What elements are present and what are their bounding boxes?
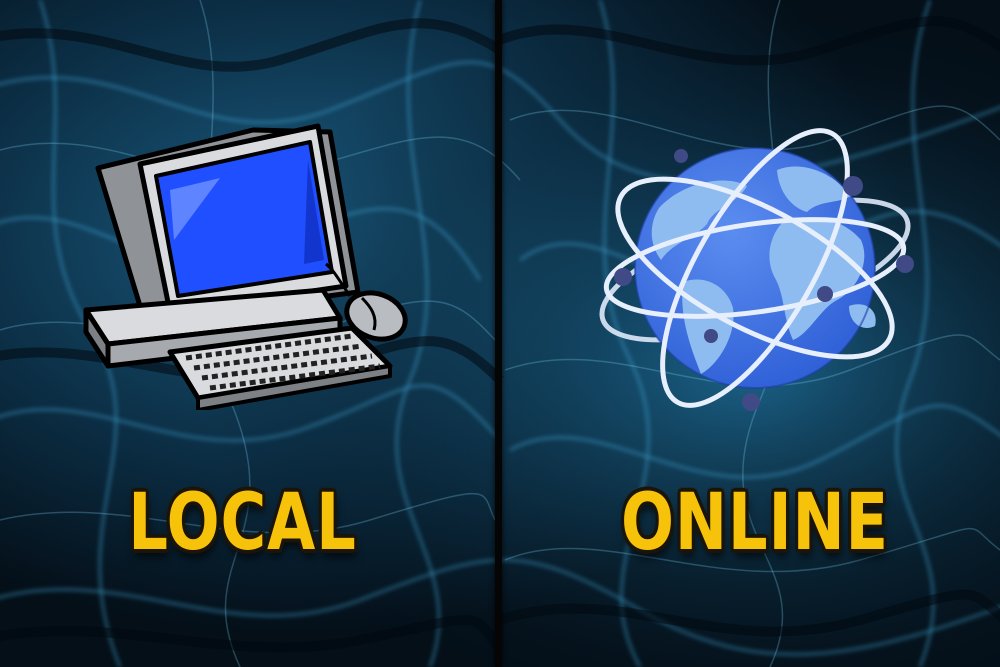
globe-icon — [599, 128, 914, 411]
online-panel: ONLINE — [502, 0, 1000, 667]
local-option[interactable]: LOCAL — [0, 0, 495, 667]
computer-icon — [83, 123, 408, 410]
online-label: ONLINE — [621, 478, 889, 568]
center-divider — [495, 0, 502, 667]
online-option[interactable]: ONLINE — [502, 0, 1000, 667]
local-label: LOCAL — [128, 478, 357, 568]
local-panel: LOCAL — [0, 0, 495, 667]
choice-screen: LOCAL ONLINE — [0, 0, 1000, 667]
